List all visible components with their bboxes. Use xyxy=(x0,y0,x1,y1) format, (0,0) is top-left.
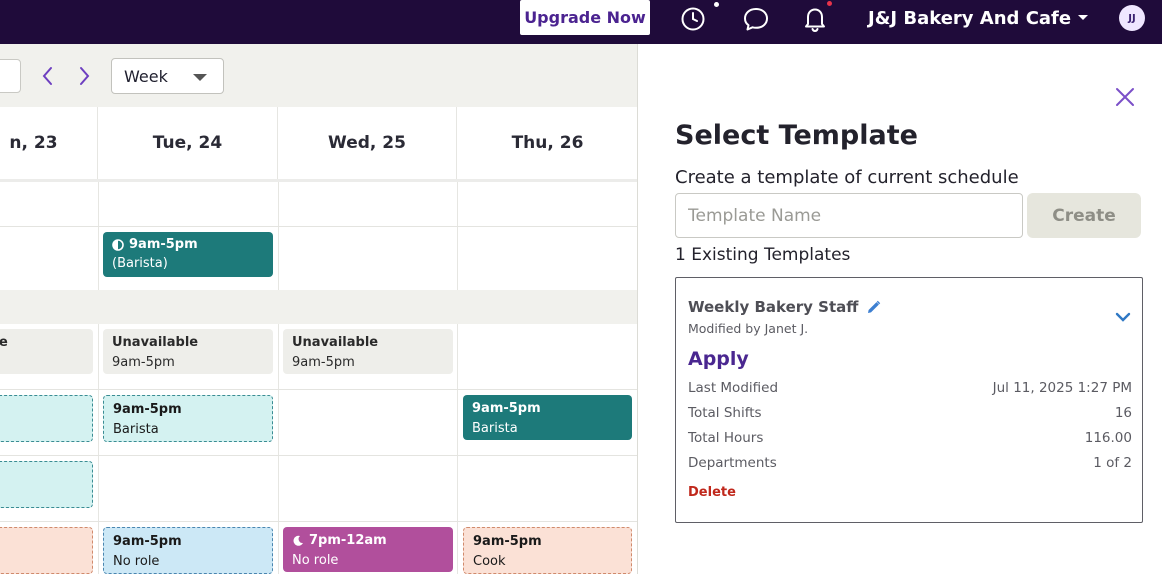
stat-label: Total Hours xyxy=(688,430,764,446)
day-header-thu: Thu, 26 xyxy=(511,133,584,153)
day-header-tue: Tue, 24 xyxy=(98,107,278,179)
shift-time: 9am-5pm xyxy=(472,401,541,416)
template-name: Weekly Bakery Staff xyxy=(688,298,859,316)
template-stat-row: Total Shifts 16 xyxy=(688,405,1132,421)
shift-block[interactable]: 7pm-12am No role xyxy=(283,527,453,572)
chevron-right-icon xyxy=(80,67,90,85)
shift-time: 9am-5pm xyxy=(129,237,198,252)
column-divider xyxy=(98,182,99,574)
template-card: Weekly Bakery Staff Modified by Janet J.… xyxy=(675,277,1143,523)
company-switcher[interactable]: J&J Bakery And Cafe xyxy=(868,4,1089,32)
template-stat-row: Last Modified Jul 11, 2025 1:27 PM xyxy=(688,380,1132,396)
section-band xyxy=(0,290,637,324)
notifications-bell-icon[interactable] xyxy=(800,1,832,34)
open-shift-block[interactable] xyxy=(0,461,93,508)
unavailable-title: Unavailable xyxy=(112,335,199,350)
column-divider xyxy=(457,182,458,574)
stat-value: 116.00 xyxy=(1084,430,1132,446)
column-divider xyxy=(278,182,279,574)
row-divider xyxy=(0,389,637,390)
stat-label: Total Shifts xyxy=(688,405,762,421)
shift-time: 9am-5pm xyxy=(473,534,542,549)
view-range-value: Week xyxy=(124,66,168,86)
chat-icon[interactable] xyxy=(741,4,771,34)
expand-template-button[interactable] xyxy=(1114,308,1132,326)
create-template-button[interactable]: Create xyxy=(1027,193,1141,238)
view-range-select[interactable]: Week xyxy=(111,58,224,94)
moon-icon xyxy=(293,535,303,546)
shift-block[interactable]: 9am-5pm Barista xyxy=(463,395,632,440)
notification-dot xyxy=(714,2,719,7)
shift-role: No role xyxy=(113,554,160,569)
next-week-button[interactable] xyxy=(73,62,95,90)
select-template-panel: Select Template Create a template of cur… xyxy=(639,44,1162,574)
unavailable-block[interactable]: Unavailable 9am-5pm xyxy=(283,329,453,374)
day-header-mon: n, 23 xyxy=(0,107,98,179)
day-header-wed: Wed, 25 xyxy=(278,107,457,179)
existing-templates-count: 1 Existing Templates xyxy=(675,245,851,265)
close-panel-button[interactable] xyxy=(1114,86,1136,108)
half-circle-icon xyxy=(112,238,124,251)
shift-role: Cook xyxy=(473,554,506,569)
time-clock-icon[interactable] xyxy=(678,2,719,34)
stat-label: Departments xyxy=(688,455,777,471)
unavailable-block[interactable]: Unavailable 9am-5pm xyxy=(103,329,273,374)
row-divider xyxy=(0,455,637,456)
open-shift-block[interactable] xyxy=(0,395,93,442)
template-stat-row: Total Hours 116.00 xyxy=(688,430,1132,446)
shift-role: Barista xyxy=(472,421,518,436)
stat-value: 1 of 2 xyxy=(1093,455,1132,471)
user-avatar[interactable]: JJ xyxy=(1119,5,1145,31)
template-stat-row: Departments 1 of 2 xyxy=(688,455,1132,471)
shift-role: Barista xyxy=(113,422,159,437)
header-divider xyxy=(0,179,637,182)
row-divider xyxy=(0,521,637,522)
date-picker-field[interactable] xyxy=(0,59,21,93)
chevron-down-icon xyxy=(1115,312,1131,322)
chevron-left-icon xyxy=(42,67,52,85)
panel-title: Select Template xyxy=(675,120,918,151)
company-name: J&J Bakery And Cafe xyxy=(868,7,1072,29)
schedule-toolbar: Week xyxy=(0,44,637,107)
previous-week-button[interactable] xyxy=(37,62,59,90)
row-divider xyxy=(0,226,637,227)
stat-value: Jul 11, 2025 1:27 PM xyxy=(992,380,1132,396)
shift-time: 7pm-12am xyxy=(309,533,387,548)
unavailable-time: 9am-5pm xyxy=(112,355,175,370)
unavailable-title: Unavailable xyxy=(292,335,379,350)
chevron-down-icon xyxy=(1078,15,1089,20)
delete-template-link[interactable]: Delete xyxy=(688,485,736,500)
shift-role: No role xyxy=(292,553,339,568)
caret-down-icon xyxy=(193,74,207,81)
stat-label: Last Modified xyxy=(688,380,779,396)
template-name-input[interactable] xyxy=(675,193,1023,238)
unavailable-block[interactable]: e xyxy=(0,329,93,374)
schedule-grid: Week n, 23 Tue, 24 Wed, 25 Thu, 26 9am-5… xyxy=(0,44,638,574)
apply-template-link[interactable]: Apply xyxy=(688,348,749,370)
template-modified-by: Modified by Janet J. xyxy=(688,321,809,336)
unavailable-title: e xyxy=(0,333,84,353)
unavailable-time: 9am-5pm xyxy=(292,355,355,370)
shift-time: 9am-5pm xyxy=(113,534,182,549)
alert-dot xyxy=(827,1,832,6)
top-navigation-bar: Upgrade Now J&J Bakery And Cafe JJ xyxy=(0,0,1162,44)
shift-block[interactable]: 9am-5pm (Barista) xyxy=(103,232,273,277)
stat-value: 16 xyxy=(1114,405,1132,421)
pencil-edit-icon[interactable] xyxy=(866,300,881,315)
shift-role: (Barista) xyxy=(112,256,168,271)
shift-time: 9am-5pm xyxy=(113,402,182,417)
open-shift-block[interactable] xyxy=(0,527,93,574)
open-shift-block[interactable]: 9am-5pm Cook xyxy=(463,527,632,574)
open-shift-block[interactable]: 9am-5pm Barista xyxy=(103,395,273,442)
close-icon xyxy=(1116,88,1134,106)
upgrade-now-button[interactable]: Upgrade Now xyxy=(520,0,650,35)
create-template-label: Create a template of current schedule xyxy=(675,167,1019,188)
open-shift-block[interactable]: 9am-5pm No role xyxy=(103,527,273,574)
